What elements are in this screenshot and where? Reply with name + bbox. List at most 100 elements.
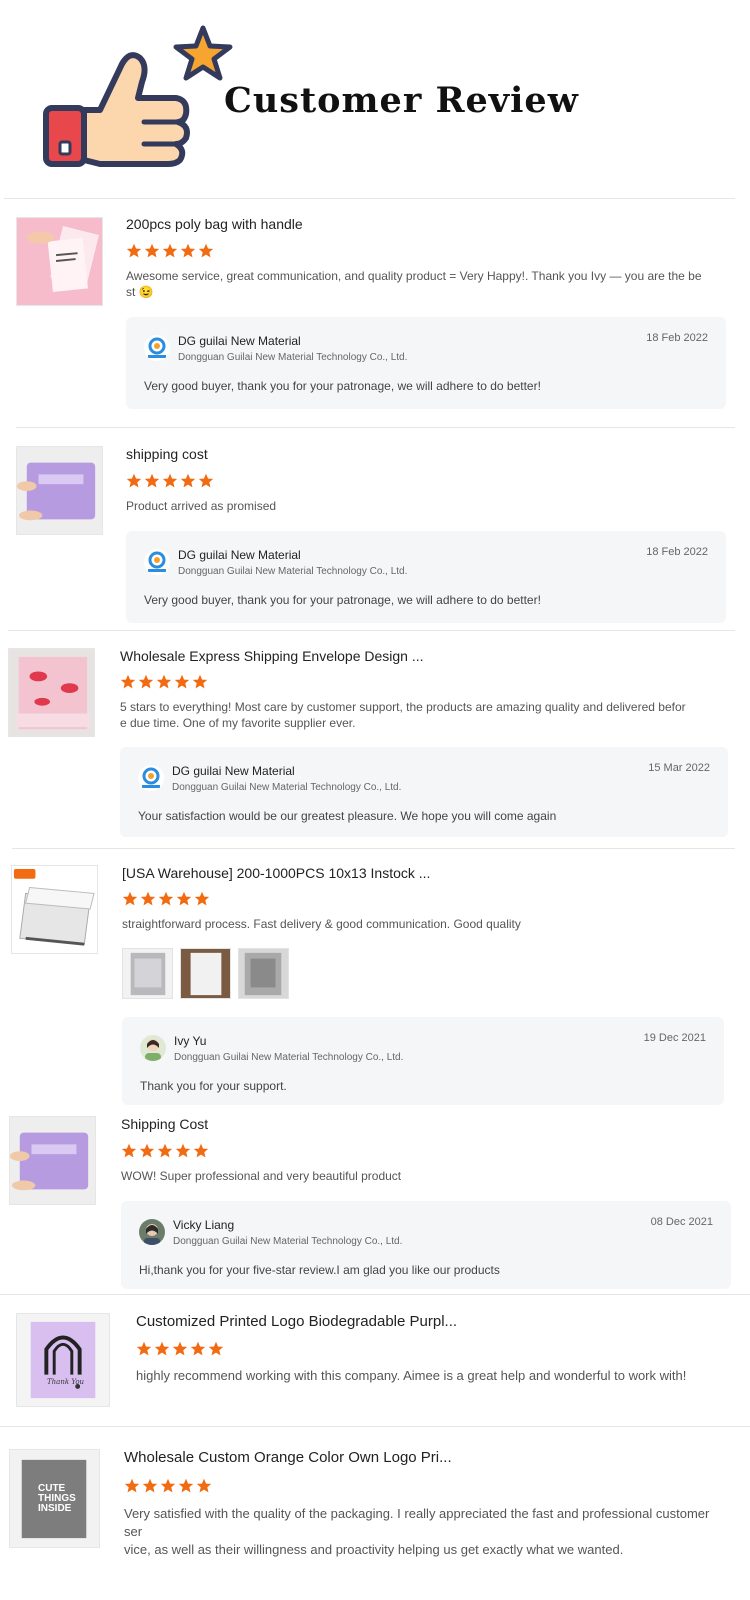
review-text: highly recommend working with this compa… <box>136 1367 736 1385</box>
divider <box>8 630 735 631</box>
rating-stars <box>120 674 208 691</box>
review-photo[interactable] <box>238 948 289 999</box>
user-avatar <box>139 1219 165 1245</box>
user-avatar <box>140 1035 166 1061</box>
review-text-line: Very satisfied with the quality of the p… <box>124 1506 710 1539</box>
rating-stars <box>126 473 214 490</box>
star-icon <box>122 891 138 906</box>
rating-stars <box>121 1143 209 1160</box>
star-icon <box>144 473 160 488</box>
reply-date: 15 Mar 2022 <box>648 762 710 774</box>
star-icon <box>162 473 178 488</box>
divider <box>0 1294 750 1295</box>
review-text-line: e due time. One of my favorite supplier … <box>120 716 356 730</box>
bag-print-line: INSIDE <box>38 1503 72 1514</box>
reply-name: DG guilai New Material <box>178 334 301 348</box>
star-icon <box>194 891 210 906</box>
divider <box>0 1426 750 1427</box>
review-text: 5 stars to everything! Most care by cust… <box>120 699 725 731</box>
rating-stars <box>122 891 210 908</box>
reply-date: 08 Dec 2021 <box>650 1216 713 1228</box>
star-icon <box>154 1341 170 1356</box>
product-title[interactable]: shipping cost <box>126 446 208 462</box>
star-icon <box>180 243 196 258</box>
product-title[interactable]: Wholesale Express Shipping Envelope Desi… <box>120 648 424 664</box>
review-text-line: st 😉 <box>126 285 154 299</box>
reply-name: Ivy Yu <box>174 1034 207 1048</box>
star-icon <box>136 1341 152 1356</box>
product-title[interactable]: Customized Printed Logo Biodegradable Pu… <box>136 1313 457 1330</box>
review-text-line: 5 stars to everything! Most care by cust… <box>120 700 686 714</box>
product-title[interactable]: [USA Warehouse] 200-1000PCS 10x13 Instoc… <box>122 865 430 881</box>
product-image[interactable] <box>8 648 95 737</box>
review-text: Product arrived as promised <box>126 498 726 514</box>
product-title[interactable]: Wholesale Custom Orange Color Own Logo P… <box>124 1449 452 1466</box>
reply-name: DG guilai New Material <box>178 548 301 562</box>
review-photo[interactable] <box>180 948 231 999</box>
seller-reply: DG guilai New Material Dongguan Guilai N… <box>120 747 728 837</box>
star-icon <box>157 1143 173 1158</box>
star-icon <box>144 243 160 258</box>
review-text-line: Product arrived as promised <box>126 499 277 513</box>
reply-date: 19 Dec 2021 <box>643 1032 706 1044</box>
divider <box>4 198 735 199</box>
divider <box>16 427 735 428</box>
reply-text: Very good buyer, thank you for your patr… <box>144 593 541 607</box>
reply-company: Dongguan Guilai New Material Technology … <box>178 352 408 363</box>
seller-reply: DG guilai New Material Dongguan Guilai N… <box>126 531 726 623</box>
reply-date: 18 Feb 2022 <box>646 546 708 558</box>
star-icon <box>142 1478 158 1493</box>
review-photo[interactable] <box>122 948 173 999</box>
star-icon <box>180 473 196 488</box>
product-image[interactable]: Thank You <box>16 1313 110 1407</box>
seller-logo-icon <box>138 765 164 791</box>
page-title: Customer Review <box>224 80 579 121</box>
star-icon <box>178 1478 194 1493</box>
star-icon <box>126 473 142 488</box>
product-image[interactable] <box>16 446 103 535</box>
rating-stars <box>136 1341 224 1358</box>
product-image[interactable] <box>11 865 98 954</box>
star-icon <box>175 1143 191 1158</box>
product-title[interactable]: 200pcs poly bag with handle <box>126 216 303 232</box>
rating-stars <box>126 243 214 260</box>
star-icon <box>176 891 192 906</box>
reply-text: Very good buyer, thank you for your patr… <box>144 379 541 393</box>
star-icon <box>139 1143 155 1158</box>
reply-name: Vicky Liang <box>173 1218 235 1232</box>
star-icon <box>140 891 156 906</box>
reply-company: Dongguan Guilai New Material Technology … <box>172 782 402 793</box>
star-icon <box>192 674 208 689</box>
star-icon <box>126 243 142 258</box>
star-icon <box>121 1143 137 1158</box>
reply-date: 18 Feb 2022 <box>646 332 708 344</box>
review-text: WOW! Super professional and very beautif… <box>121 1168 721 1184</box>
reply-text: Hi,thank you for your five-star review.I… <box>139 1263 500 1277</box>
star-icon <box>198 473 214 488</box>
product-title[interactable]: Shipping Cost <box>121 1116 208 1132</box>
star-icon <box>160 1478 176 1493</box>
divider <box>12 848 735 849</box>
review-text-line: Awesome service, great communication, an… <box>126 269 702 283</box>
seller-logo-icon <box>144 335 170 361</box>
reply-text: Your satisfaction would be our greatest … <box>138 809 557 823</box>
review-text-line: WOW! Super professional and very beautif… <box>121 1169 402 1183</box>
reply-text: Thank you for your support. <box>140 1079 287 1093</box>
reply-company: Dongguan Guilai New Material Technology … <box>174 1052 404 1063</box>
star-icon <box>193 1143 209 1158</box>
bag-print-text: CUTE THINGS INSIDE <box>38 1484 76 1514</box>
star-icon <box>208 1341 224 1356</box>
review-text-line: straightforward process. Fast delivery &… <box>122 917 521 931</box>
seller-reply: DG guilai New Material Dongguan Guilai N… <box>126 317 726 409</box>
star-icon <box>124 1478 140 1493</box>
bag-print-text: Thank You <box>47 1378 85 1386</box>
star-icon <box>120 674 136 689</box>
reply-company: Dongguan Guilai New Material Technology … <box>173 1236 403 1247</box>
product-image[interactable] <box>9 1116 96 1205</box>
review-text: straightforward process. Fast delivery &… <box>122 916 722 932</box>
star-icon <box>158 891 174 906</box>
star-icon <box>174 674 190 689</box>
star-icon <box>196 1478 212 1493</box>
product-image[interactable]: CUTE THINGS INSIDE <box>9 1449 100 1548</box>
product-image[interactable] <box>16 217 103 306</box>
